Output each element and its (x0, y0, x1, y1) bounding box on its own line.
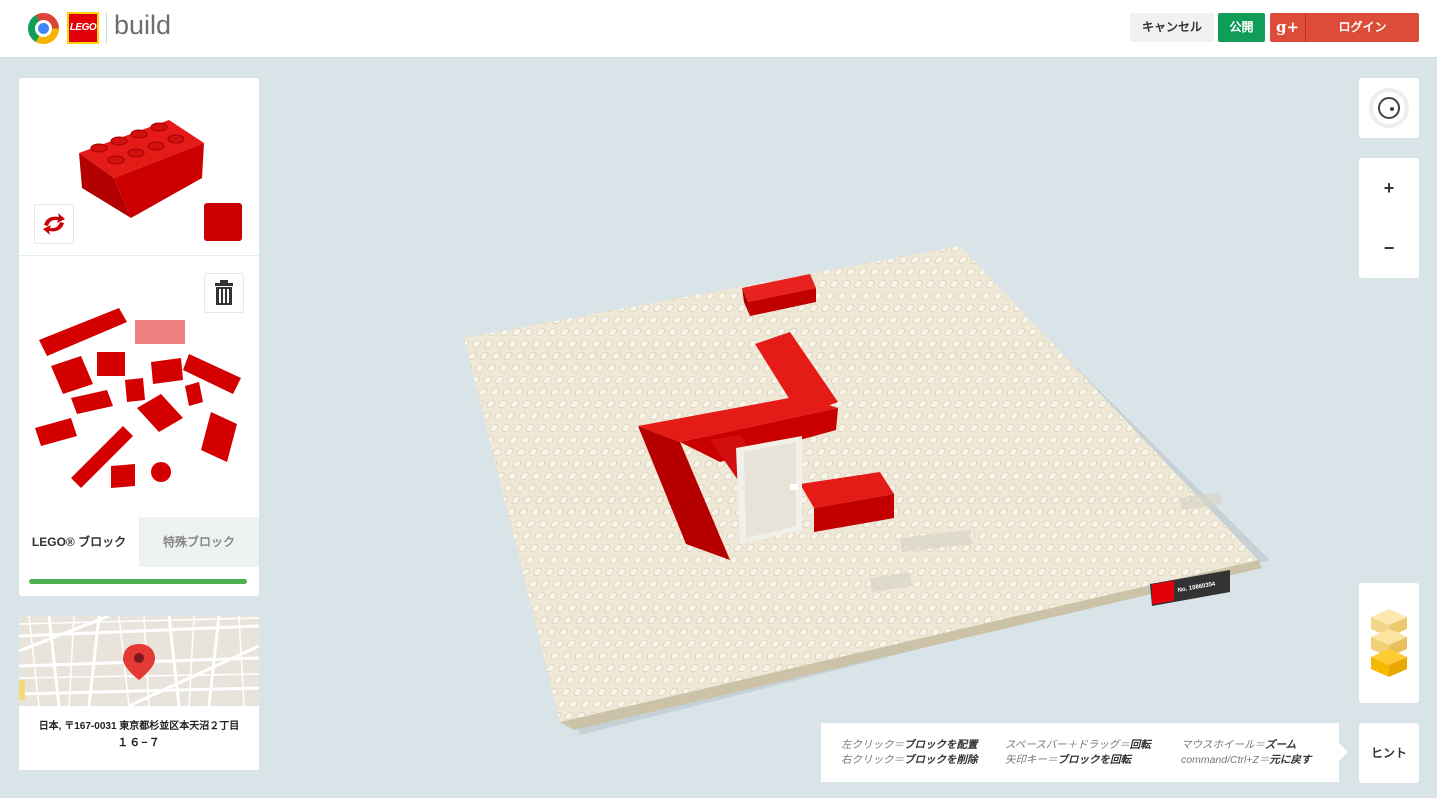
brick-palette: LEGO® ブロック 特殊ブロック (19, 78, 259, 596)
google-plus-icon: g+ (1270, 13, 1306, 42)
brick-2x3b (35, 418, 77, 446)
chrome-logo-icon (28, 13, 59, 44)
address-line-1: 日本, 〒167-0031 東京都杉並区本天沼２丁目 (38, 721, 240, 732)
brick-1x1 (125, 378, 145, 402)
layer-stack-button[interactable] (1359, 583, 1419, 703)
publish-button[interactable]: 公開 (1218, 13, 1265, 42)
stack-bricks-icon (1371, 609, 1407, 677)
address-line-2: １６−７ (117, 737, 161, 749)
reset-view-button[interactable] (1359, 78, 1419, 138)
zoom-controls: + − (1359, 158, 1419, 278)
zoom-in-button[interactable]: + (1359, 158, 1419, 218)
loading-progress-bar (29, 579, 247, 584)
lego-logo: LEGO (67, 12, 99, 44)
hint-column-rotate: スペースバー＋ドラッグ＝回転 矢印キー＝ブロックを回転 (1005, 739, 1151, 766)
location-card[interactable]: 日本, 〒167-0031 東京都杉並区本天沼２丁目 １６−７ (19, 616, 259, 770)
brick-1x1b (185, 382, 203, 406)
brand-divider (106, 12, 107, 44)
palette-tabs: LEGO® ブロック 特殊ブロック (19, 517, 259, 567)
cancel-button[interactable]: キャンセル (1130, 13, 1214, 42)
app-title: build (114, 10, 172, 40)
map-thumbnail[interactable] (19, 616, 259, 706)
tab-special-bricks[interactable]: 特殊ブロック (139, 517, 259, 567)
brick-selection-grid[interactable] (31, 300, 249, 496)
brick-slope (71, 390, 113, 414)
color-picker-button[interactable] (204, 203, 242, 241)
rotate-brick-button[interactable] (34, 204, 74, 244)
build-canvas[interactable]: No. 10860354 (440, 230, 1290, 750)
hint-panel: 左クリック＝ブロックを配置 右クリック＝ブロックを削除 スペースバー＋ドラッグ＝… (821, 723, 1348, 782)
brick-1x6 (39, 308, 127, 356)
hint-column-zoom: マウスホイール＝ズーム command/Ctrl+Z＝元に戻す (1181, 739, 1312, 766)
top-bar: LEGO build キャンセル 公開 g+ ログイン (0, 0, 1437, 58)
hint-button[interactable]: ヒント (1359, 723, 1419, 783)
login-label: ログイン (1338, 20, 1387, 34)
brick-2x3 (151, 358, 183, 384)
brick-2x4b (201, 412, 237, 462)
zoom-out-button[interactable]: − (1359, 218, 1419, 278)
brick-2x2b (97, 352, 125, 376)
brick-1x1c (111, 464, 135, 488)
brick-2x2 (51, 356, 93, 394)
brick-2x4-selected (135, 320, 185, 344)
google-login-button[interactable]: g+ ログイン (1270, 13, 1419, 42)
compass-icon (1369, 88, 1409, 128)
progress-fill (29, 579, 247, 584)
tab-lego-bricks[interactable]: LEGO® ブロック (19, 517, 139, 567)
brick-round (151, 462, 171, 482)
rotate-icon (43, 213, 65, 235)
hint-column-mouse: 左クリック＝ブロックを配置 右クリック＝ブロックを削除 (841, 739, 978, 766)
selected-brick-panel (19, 78, 259, 256)
